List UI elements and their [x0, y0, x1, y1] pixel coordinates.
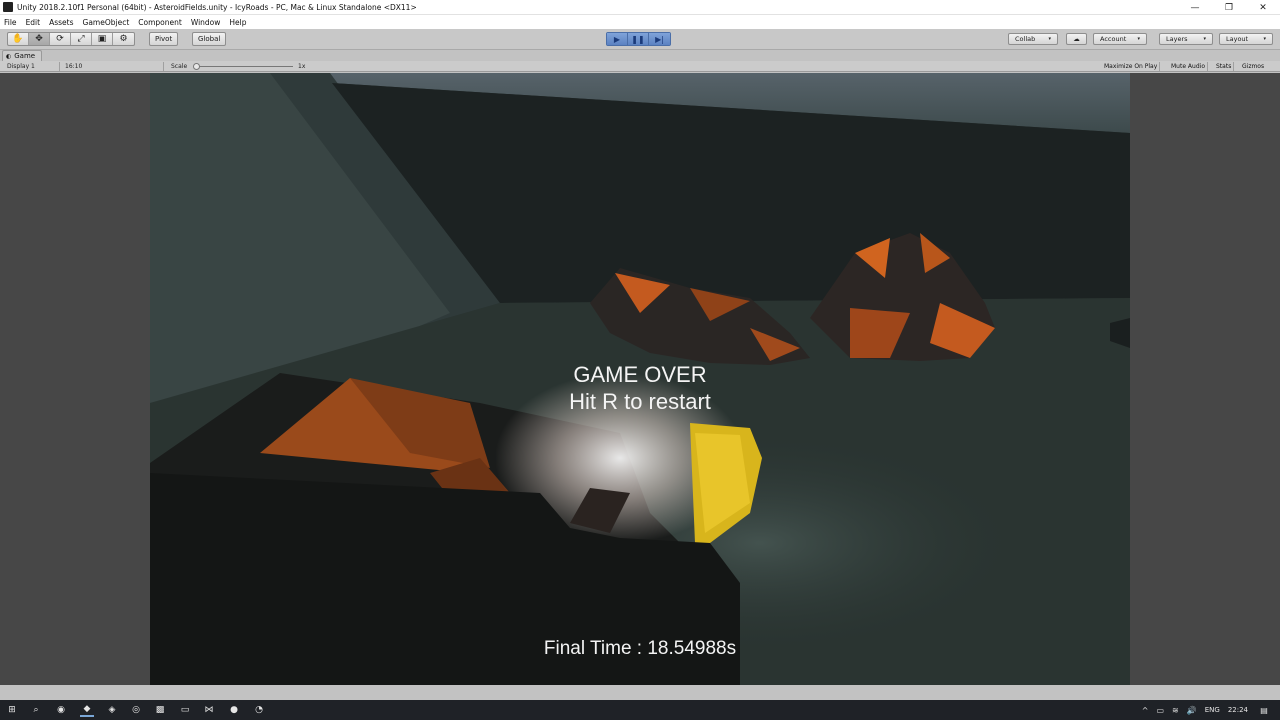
- game-view-panel: GAME OVER Hit R to restart Final Time : …: [0, 73, 1280, 685]
- pivot-toggle[interactable]: Pivot: [149, 32, 179, 46]
- transform-tool-icon[interactable]: ⚙: [113, 33, 134, 45]
- game-over-title: GAME OVER: [573, 362, 707, 387]
- unity-icon[interactable]: ◆: [80, 703, 94, 717]
- aspect-label: 16:10: [65, 63, 83, 70]
- chevron-down-icon: ▾: [1263, 36, 1266, 42]
- divider: [163, 62, 164, 71]
- layers-label: Layers: [1166, 35, 1188, 43]
- menu-edit[interactable]: Edit: [26, 18, 41, 27]
- restart-hint: Hit R to restart: [569, 389, 711, 414]
- transform-tools: ✋ ✥ ⟳ ⤢ ▣ ⚙: [7, 32, 135, 46]
- global-toggle[interactable]: Global: [192, 32, 227, 46]
- game-controller-icon: ◐: [6, 52, 12, 60]
- clock-app-icon[interactable]: ◔: [252, 703, 266, 717]
- scale-tool-icon[interactable]: ⤢: [71, 33, 92, 45]
- tab-game[interactable]: ◐ Game: [2, 50, 43, 61]
- playback-controls: ▶ ❚❚ ▶|: [606, 32, 671, 46]
- file-explorer-icon[interactable]: ▭: [178, 703, 192, 717]
- chrome-icon[interactable]: ◎: [129, 703, 143, 717]
- menu-file[interactable]: File: [4, 18, 17, 27]
- windows-start-icon[interactable]: ⊞: [5, 703, 19, 717]
- gizmos-dropdown[interactable]: Gizmos: [1240, 62, 1266, 71]
- divider: [59, 62, 60, 71]
- search-icon[interactable]: ⌕: [29, 703, 43, 717]
- mute-audio-toggle[interactable]: Mute Audio: [1169, 62, 1208, 71]
- paint-icon[interactable]: ▩: [153, 703, 167, 717]
- cloud-icon: ☁: [1073, 35, 1080, 43]
- account-dropdown[interactable]: Account ▾: [1093, 33, 1147, 45]
- final-time-text: Final Time : 18.54988s: [543, 638, 737, 659]
- volume-icon[interactable]: 🔊: [1187, 706, 1197, 715]
- display-dropdown[interactable]: Display 1: [7, 62, 35, 71]
- minimize-button[interactable]: —: [1178, 0, 1212, 15]
- main-toolbar: ✋ ✥ ⟳ ⤢ ▣ ⚙ Pivot Global ▶ ❚❚ ▶| Collab …: [0, 29, 1280, 50]
- chevron-down-icon: ▾: [1137, 36, 1140, 42]
- account-label: Account: [1100, 35, 1127, 43]
- visual-studio-icon[interactable]: ⋈: [202, 703, 216, 717]
- pivot-label: Pivot: [155, 35, 173, 43]
- scale-value: 1x: [298, 63, 306, 70]
- window-title: Unity 2018.2.10f1 Personal (64bit) - Ast…: [17, 2, 417, 12]
- chevron-down-icon: ▾: [1203, 36, 1206, 42]
- clock[interactable]: 22:24: [1228, 706, 1248, 714]
- menu-help[interactable]: Help: [229, 18, 246, 27]
- chevron-down-icon: ▾: [1048, 36, 1051, 42]
- tab-game-label: Game: [14, 52, 36, 60]
- global-label: Global: [198, 35, 221, 43]
- game-viewport[interactable]: GAME OVER Hit R to restart Final Time : …: [150, 73, 1130, 685]
- scale-slider-handle[interactable]: [193, 63, 200, 70]
- layout-dropdown[interactable]: Layout ▾: [1219, 33, 1273, 45]
- window-controls: — ❐ ✕: [1178, 0, 1280, 15]
- battery-icon[interactable]: ▭: [1156, 706, 1164, 715]
- steam-icon[interactable]: ◉: [54, 703, 68, 717]
- menu-bar: File Edit Assets GameObject Component Wi…: [0, 15, 1280, 29]
- spotify-icon[interactable]: ●: [227, 703, 241, 717]
- unity-logo-icon: [3, 2, 13, 12]
- play-button[interactable]: ▶: [607, 33, 628, 45]
- wifi-icon[interactable]: ≋: [1172, 706, 1179, 715]
- hand-tool-icon[interactable]: ✋: [8, 33, 29, 45]
- rect-tool-icon[interactable]: ▣: [92, 33, 113, 45]
- close-button[interactable]: ✕: [1246, 0, 1280, 15]
- system-tray: ^ ▭ ≋ 🔊 ENG 22:24: [1138, 700, 1252, 720]
- stats-toggle[interactable]: Stats: [1214, 62, 1235, 71]
- display-label: Display 1: [7, 63, 35, 70]
- windows-taskbar: ⊞ ⌕ ◉ ◆ ◈ ◎ ▩ ▭ ⋈ ● ◔ ^ ▭ ≋ 🔊 ENG 22:24 …: [0, 700, 1280, 720]
- scale-label: Scale: [171, 63, 188, 70]
- cloud-button[interactable]: ☁: [1066, 33, 1087, 45]
- tray-expand-icon[interactable]: ^: [1142, 706, 1149, 715]
- rotate-tool-icon[interactable]: ⟳: [50, 33, 71, 45]
- collab-label: Collab: [1015, 35, 1036, 43]
- scale-slider-track[interactable]: [197, 66, 293, 67]
- maximize-on-play-toggle[interactable]: Maximize On Play: [1102, 62, 1161, 71]
- layers-dropdown[interactable]: Layers ▾: [1159, 33, 1213, 45]
- notification-icon[interactable]: ▤: [1258, 704, 1270, 716]
- collab-dropdown[interactable]: Collab ▾: [1008, 33, 1058, 45]
- title-bar: Unity 2018.2.10f1 Personal (64bit) - Ast…: [0, 0, 1280, 15]
- tab-strip: ◐ Game: [0, 50, 1280, 61]
- restore-button[interactable]: ❐: [1212, 0, 1246, 15]
- layout-label: Layout: [1226, 35, 1249, 43]
- language-indicator[interactable]: ENG: [1205, 706, 1220, 714]
- menu-window[interactable]: Window: [191, 18, 221, 27]
- menu-gameobject[interactable]: GameObject: [83, 18, 130, 27]
- unity-editor-window: Unity 2018.2.10f1 Personal (64bit) - Ast…: [0, 0, 1280, 720]
- game-view-toolbar: Display 1 16:10 Scale 1x Maximize On Pla…: [0, 61, 1280, 72]
- menu-component[interactable]: Component: [138, 18, 182, 27]
- menu-assets[interactable]: Assets: [49, 18, 73, 27]
- pause-button[interactable]: ❚❚: [628, 33, 649, 45]
- step-button[interactable]: ▶|: [649, 33, 670, 45]
- aspect-dropdown[interactable]: 16:10: [65, 62, 82, 71]
- app-icon[interactable]: ◈: [105, 703, 119, 717]
- move-tool-icon[interactable]: ✥: [29, 33, 50, 45]
